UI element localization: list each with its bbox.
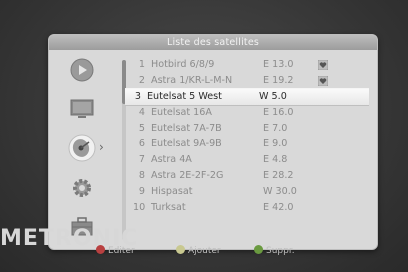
green-key-icon — [176, 245, 185, 254]
satellite-row[interactable]: 5 Eutelsat 7A-7B E 7.0 — [129, 121, 375, 137]
satellite-name: Eutelsat 16A — [151, 106, 212, 118]
satellite-list-dialog: Liste des satellites › 1 Hotbird 6/8/9 E… — [48, 34, 378, 250]
satellite-name: Hotbird 6/8/9 — [151, 59, 215, 70]
satellite-number: 7 — [138, 154, 145, 166]
satellite-list: 1 Hotbird 6/8/9 E 13.0 2 Astra 1/KR-L-M-… — [125, 57, 375, 216]
favorite-heart-icon — [318, 60, 328, 70]
satellite-name: Astra 4A — [151, 154, 192, 166]
delete-button[interactable]: Suppr. — [254, 244, 295, 258]
satellite-number: 1 — [138, 59, 145, 70]
settings-gear-icon[interactable] — [69, 175, 95, 201]
satellite-position: W 5.0 — [259, 90, 287, 102]
satellite-row-selected[interactable]: 3 Eutelsat 5 West W 5.0 — [125, 88, 369, 105]
satellite-position: E 13.0 — [263, 59, 294, 70]
red-key-icon — [96, 245, 105, 254]
satellite-number: 2 — [138, 74, 145, 86]
satellite-row[interactable]: 1 Hotbird 6/8/9 E 13.0 — [129, 57, 375, 73]
satellite-row[interactable]: 4 Eutelsat 16A E 16.0 — [129, 105, 375, 121]
satellite-name: Astra 1/KR-L-M-N — [151, 74, 233, 86]
tv-screen: Liste des satellites › 1 Hotbird 6/8/9 E… — [0, 0, 408, 272]
satellite-number: 4 — [138, 106, 145, 118]
satellite-number: 10 — [133, 202, 146, 214]
edit-button[interactable]: Editer — [96, 244, 135, 258]
satellite-position: E 9.0 — [263, 138, 288, 150]
add-label: Ajouter — [188, 246, 221, 256]
satellite-row[interactable]: 9 Hispasat W 30.0 — [129, 184, 375, 200]
satellite-position: W 30.0 — [263, 186, 297, 198]
satellite-position: E 4.8 — [263, 154, 288, 166]
tv-icon[interactable] — [69, 95, 95, 121]
satellite-name: Astra 2E-2F-2G — [151, 170, 224, 182]
satellite-position: E 28.2 — [263, 170, 294, 182]
satellite-position: E 16.0 — [263, 106, 294, 118]
satellite-number: 8 — [138, 170, 145, 182]
menu-sidebar: › — [59, 57, 115, 243]
satellite-name: Eutelsat 5 West — [147, 90, 222, 102]
satellite-number: 6 — [138, 138, 145, 150]
favorite-heart-icon — [318, 75, 328, 86]
satellite-name: Hispasat — [151, 186, 193, 198]
footer-button-bar: Editer Ajouter Suppr. — [96, 244, 396, 258]
satellite-row[interactable]: 6 Eutelsat 9A-9B E 9.0 — [129, 136, 375, 152]
satellite-row[interactable]: 7 Astra 4A E 4.8 — [129, 152, 375, 168]
satellite-row[interactable]: 8 Astra 2E-2F-2G E 28.2 — [129, 168, 375, 184]
satellite-dish-icon[interactable] — [67, 133, 97, 163]
satellite-row[interactable]: 10 Turksat E 42.0 — [129, 200, 375, 216]
play-icon[interactable] — [69, 57, 95, 83]
edit-label: Editer — [108, 246, 135, 256]
list-scrollbar[interactable] — [122, 60, 126, 240]
satellite-position: E 7.0 — [263, 122, 288, 134]
satellite-number: 5 — [138, 122, 145, 134]
satellite-position: E 19.2 — [263, 74, 294, 86]
active-indicator-arrow: › — [99, 140, 104, 154]
satellite-name: Eutelsat 9A-9B — [151, 138, 222, 150]
satellite-number: 9 — [138, 186, 145, 198]
yellow-key-icon — [254, 245, 263, 254]
satellite-number: 3 — [134, 90, 141, 102]
satellite-name: Turksat — [151, 202, 186, 214]
satellite-position: E 42.0 — [263, 202, 294, 214]
add-button[interactable]: Ajouter — [176, 244, 221, 258]
satellite-row[interactable]: 2 Astra 1/KR-L-M-N E 19.2 — [129, 73, 375, 89]
satellite-name: Eutelsat 7A-7B — [151, 122, 222, 134]
delete-label: Suppr. — [266, 246, 295, 256]
dialog-title: Liste des satellites — [49, 35, 377, 50]
